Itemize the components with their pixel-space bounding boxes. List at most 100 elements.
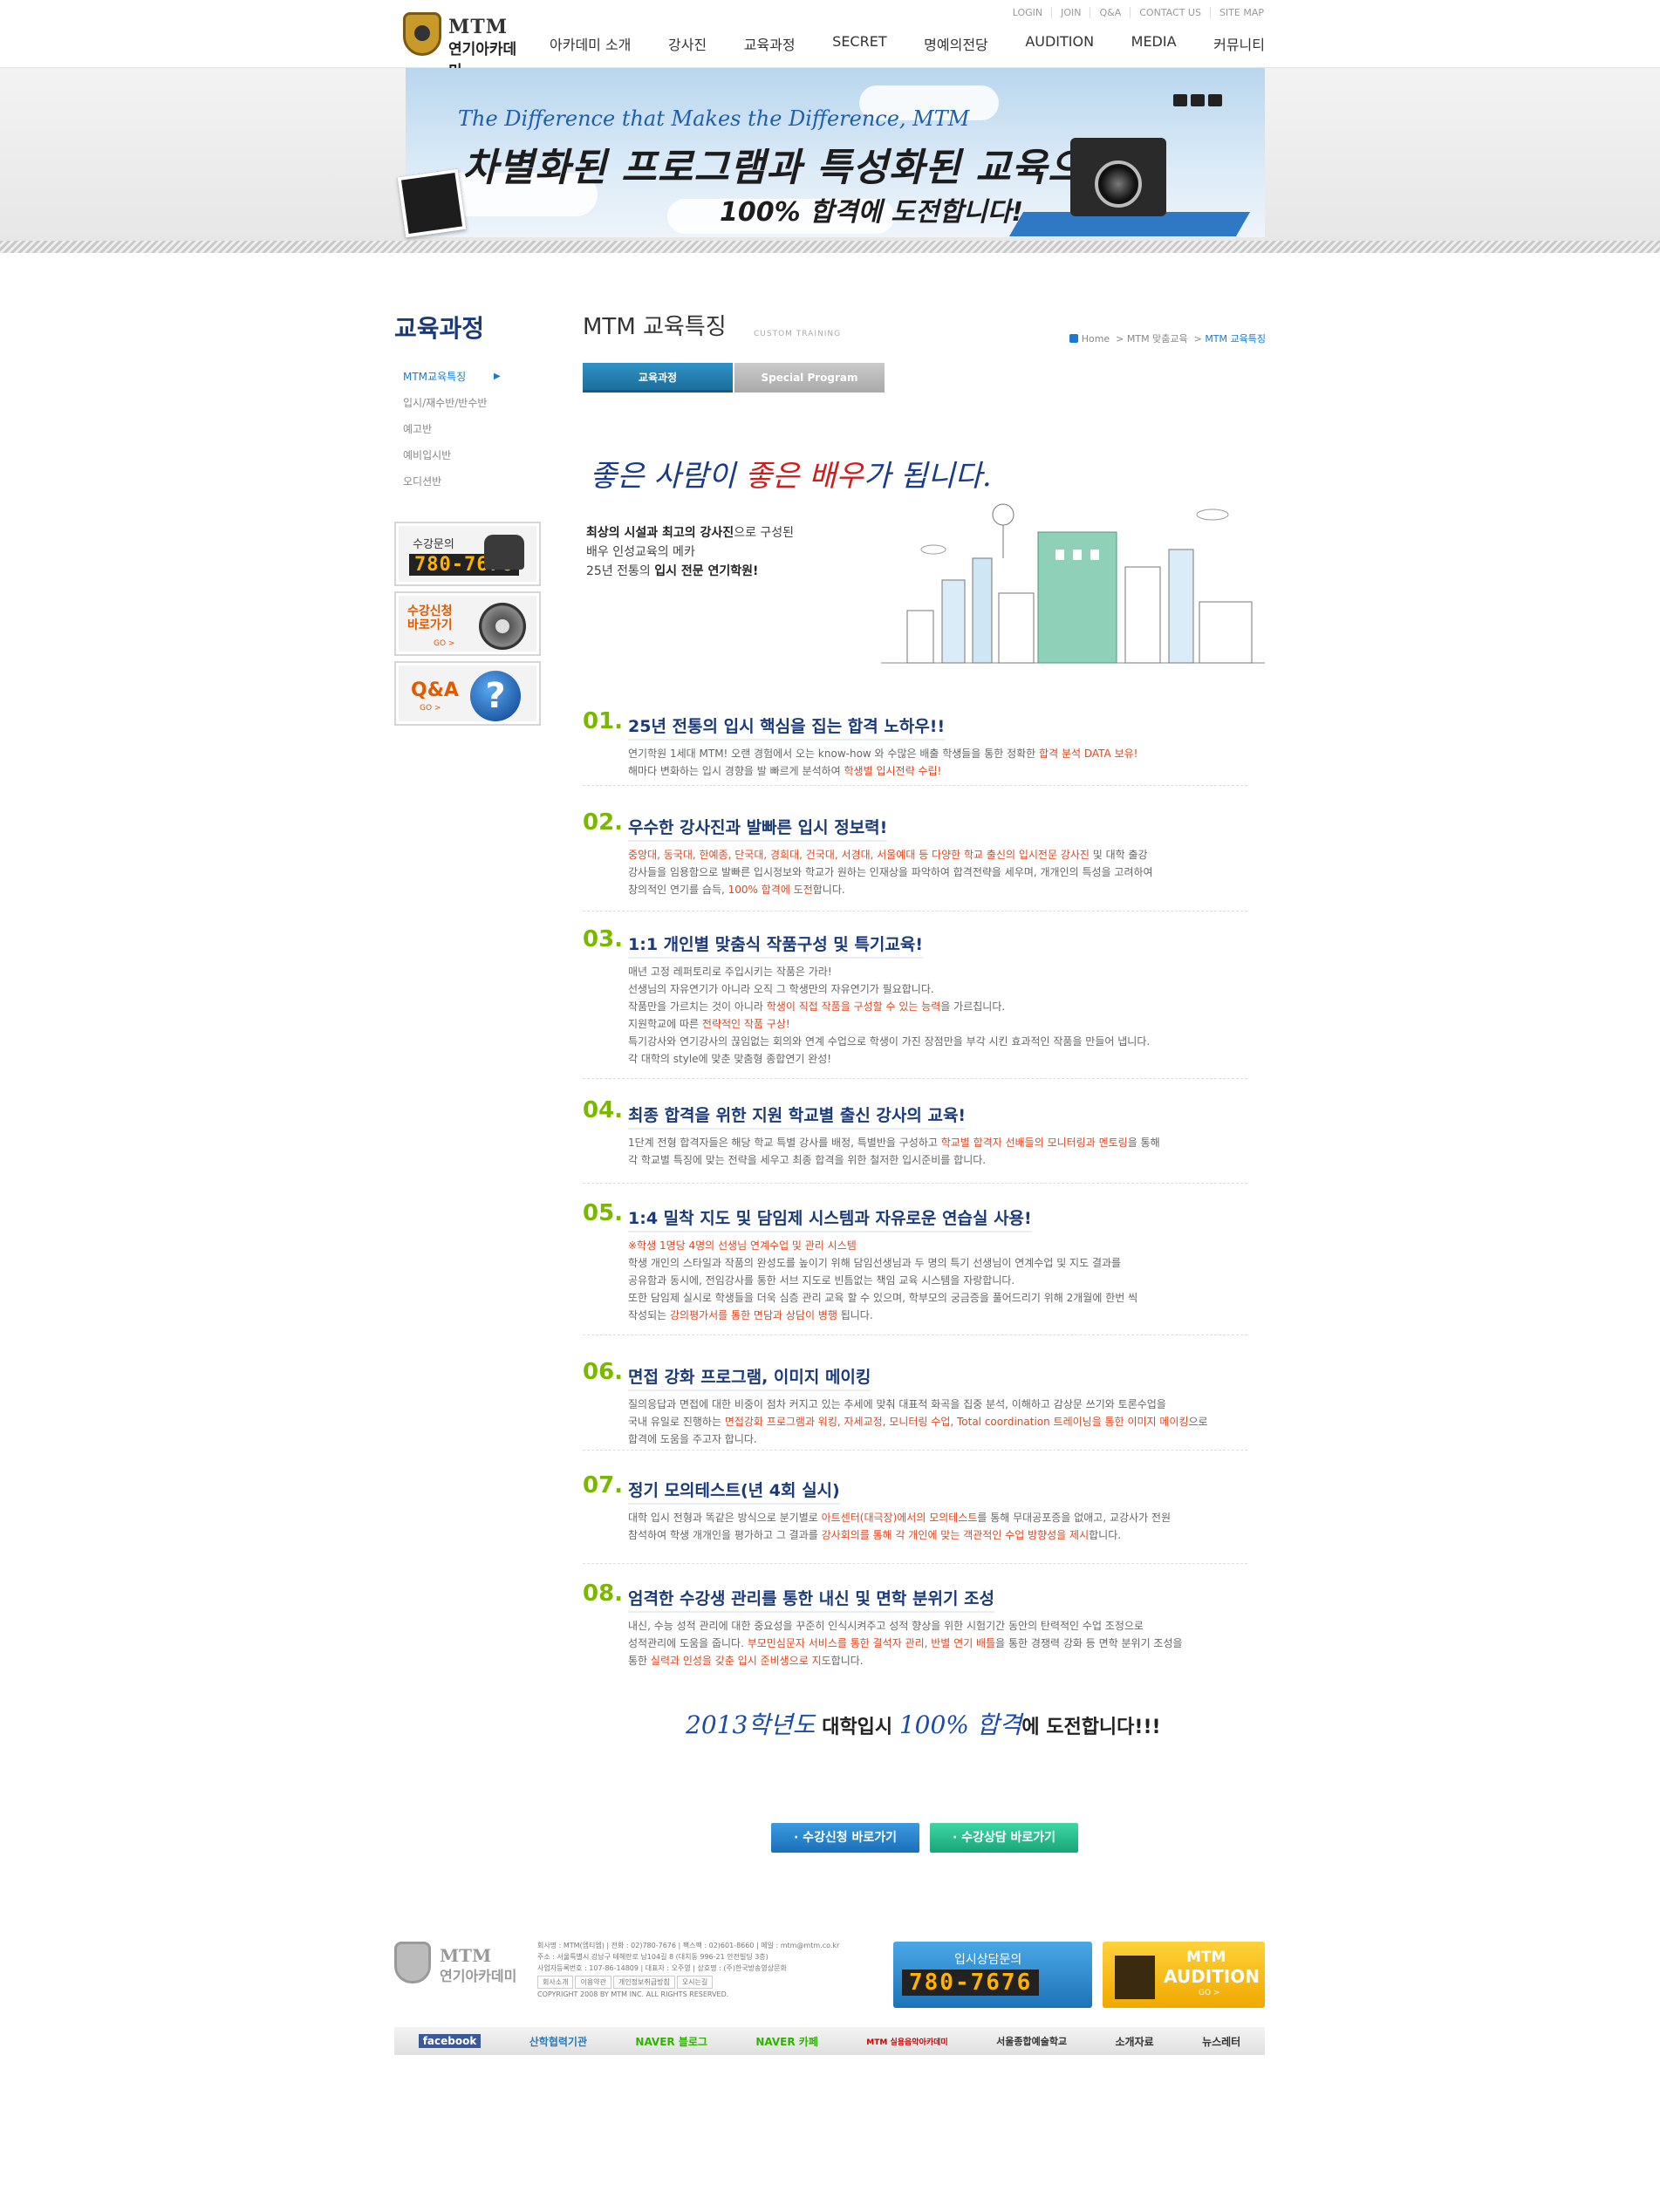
highlight-text: 아트센터(대극장)에서의 모의테스트 [821, 1512, 978, 1524]
highlight-text: 합격 분석 DATA 보유! [1039, 748, 1138, 760]
crumb-level1[interactable]: MTM 맞춤교육 [1127, 333, 1188, 345]
nav-audition[interactable]: AUDITION [1025, 33, 1094, 54]
section-line: 성적관리에 도움을 줍니다. 부모민심문자 서비스를 통한 결석자 관리, 반별… [628, 1635, 1183, 1652]
phone-box-inner: 수강문의 780-7676 [399, 526, 536, 582]
nav-academy[interactable]: 아카데미 소개 [550, 33, 631, 54]
footer-link-privacy[interactable]: 개인정보취급방침 [612, 1976, 675, 1989]
section-line: 1단계 전형 합격자들은 해당 학교 특별 강사를 배정, 특별반을 구성하고 … [628, 1134, 1160, 1151]
partner-bar: facebook 산학협력기관 NAVER 블로그 NAVER 카페 MTM 실… [394, 2027, 1265, 2055]
section-title: 정기 모의테스트(년 4회 실시) [628, 1478, 840, 1505]
sidebar-phone-box[interactable]: 수강문의 780-7676 [394, 522, 541, 586]
section-line: 작성되는 강의평가서를 통한 면담과 상담이 병행 됩니다. [628, 1307, 1137, 1324]
section-line: 각 대학의 style에 맞춘 맞춤형 종합연기 완성! [628, 1050, 1150, 1068]
nav-teachers[interactable]: 강사진 [668, 33, 707, 54]
banner-panel: The Difference that Makes the Difference… [406, 68, 1265, 237]
register-box-inner: 수강신청 바로가기 GO > [399, 596, 536, 652]
sidebar-item-features[interactable]: MTM교육특징 [403, 368, 487, 394]
partner-seoul-arts[interactable]: 서울종합예술학교 [996, 2034, 1067, 2048]
intro-bold: 최상의 시설과 최고의 강사진 [586, 526, 734, 540]
tab-special-program[interactable]: Special Program [734, 363, 885, 393]
register-button[interactable]: · 수강신청 바로가기 [771, 1823, 919, 1853]
section-line: 연기학원 1세대 MTM! 오랜 경험에서 오는 know-how 와 수많은 … [628, 745, 1137, 762]
util-contact[interactable]: CONTACT US [1131, 7, 1211, 18]
section-number: 04. [583, 1097, 624, 1123]
intro-text: 최상의 시설과 최고의 강사진으로 구성된 배우 인성교육의 메카 25년 전통… [586, 523, 794, 581]
section-body: 연기학원 1세대 MTM! 오랜 경험에서 오는 know-how 와 수많은 … [628, 745, 1137, 780]
main-nav: 아카데미 소개 강사진 교육과정 SECRET 명예의전당 AUDITION M… [550, 33, 1265, 54]
section-line: ※학생 1명당 4명의 선생님 연계수업 및 관리 시스템 [628, 1237, 1137, 1254]
footer-logo-en: MTM [440, 1945, 492, 1966]
util-qna[interactable]: Q&A [1090, 7, 1131, 18]
sidebar-item-audition[interactable]: 오디션반 [403, 473, 487, 499]
section-line: 학생 개인의 스타일과 작품의 완성도를 높이기 위해 담임선생님과 두 명의 … [628, 1254, 1137, 1272]
nav-community[interactable]: 커뮤니티 [1213, 33, 1265, 54]
body-text: 특기강사와 연기강사의 끊임없는 회의와 연계 수업으로 학생이 가진 장점만을… [628, 1035, 1151, 1048]
footer-audition-box[interactable]: MTM AUDITION GO > [1103, 1942, 1265, 2008]
closing-text: 대학입시 [815, 1717, 899, 1738]
partner-naver-blog[interactable]: NAVER 블로그 [635, 2034, 707, 2049]
footer-info-line: 주소 : 서울특별시 강남구 테헤란로 남104길 8 (대치동 996-21 … [537, 1953, 769, 1961]
logo[interactable]: MTM 연기아카데미 [403, 12, 525, 80]
sidebar-item-pre-entrance[interactable]: 예비입시반 [403, 447, 487, 473]
footer-link-directions[interactable]: 오시는길 [676, 1976, 714, 1989]
audition-label-mtm: MTM [1186, 1949, 1226, 1966]
sidebar-item-arts-high[interactable]: 예고반 [403, 420, 487, 447]
sidebar-item-entrance[interactable]: 입시/재수반/반수반 [403, 394, 487, 420]
partner-brochure[interactable]: 소개자료 [1115, 2034, 1153, 2049]
telephone-icon [484, 535, 524, 570]
body-text: 됩니다. [837, 1309, 873, 1321]
dashed-rule [583, 1450, 1247, 1451]
partner-industry[interactable]: 산학협력기관 [529, 2034, 587, 2049]
body-text: 작성되는 [628, 1309, 670, 1321]
highlight-text: 학생이 직접 작품을 구성할 수 있는 능력 [766, 1000, 941, 1013]
body-text: 매년 고정 레퍼토리로 주입시키는 작품은 가라! [628, 966, 832, 978]
section-line: 매년 고정 레퍼토리로 주입시키는 작품은 가라! [628, 963, 1150, 980]
partner-mtm-music[interactable]: MTM 실용음악아카데미 [866, 2036, 947, 2047]
body-text: 합격에 도움을 주고자 합니다. [628, 1433, 757, 1445]
section-line: 질의응답과 면접에 대한 비중이 점차 커지고 있는 추세에 맞춰 대표적 화곡… [628, 1396, 1208, 1413]
body-text: 창의적인 연기를 습득, [628, 884, 728, 896]
section-title: 25년 전통의 입시 핵심을 집는 합격 노하우!! [628, 713, 945, 741]
footer-link-terms[interactable]: 이용약관 [575, 1976, 611, 1989]
section-body: 내신, 수능 성적 관리에 대한 중요성을 꾸준히 인식시켜주고 성적 향상을 … [628, 1617, 1183, 1669]
footer-phone-box[interactable]: 입시상담문의 780-7676 [893, 1942, 1092, 2008]
crumb-home[interactable]: Home [1082, 333, 1110, 345]
nav-media[interactable]: MEDIA [1131, 33, 1177, 54]
sidebar-qna-box[interactable]: Q&A GO > ? [394, 661, 541, 726]
section-title: 1:4 밀착 지도 및 담임제 시스템과 자유로운 연습실 사용! [628, 1205, 1032, 1232]
city-illustration [881, 503, 1265, 664]
section-body: ※학생 1명당 4명의 선생님 연계수업 및 관리 시스템 학생 개인의 스타일과… [628, 1237, 1137, 1324]
sidebar-register-box[interactable]: 수강신청 바로가기 GO > [394, 591, 541, 656]
partner-newsletter[interactable]: 뉴스레터 [1202, 2034, 1240, 2049]
footer-link-about[interactable]: 회사소개 [537, 1976, 574, 1989]
footer-logo: MTM 연기아카데미 [394, 1942, 534, 1989]
tab-curriculum[interactable]: 교육과정 [583, 363, 733, 393]
camera-lens [1095, 160, 1142, 208]
section-title: 엄격한 수강생 관리를 통한 내신 및 면학 분위기 조성 [628, 1586, 994, 1613]
highlight-text: 강사회의를 통해 각 개인에 맞는 객관적인 수업 방향성을 제시 [821, 1529, 1090, 1541]
sidebar-menu: MTM교육특징 ▶ 입시/재수반/반수반 예고반 예비입시반 오디션반 [403, 368, 501, 499]
footer-logo-ko: 연기아카데미 [440, 1968, 517, 1984]
slogan: 좋은 사람이 좋은 배우가 됩니다. [590, 452, 992, 495]
section-number: 03. [583, 926, 624, 952]
nav-secret[interactable]: SECRET [832, 33, 886, 54]
partner-facebook[interactable]: facebook [418, 2034, 482, 2048]
closing-pass: 100% 합격 [898, 1710, 1022, 1739]
body-text: 각 학교별 특징에 맞는 전략을 세우고 최종 합격을 위한 철저한 입시준비를… [628, 1154, 987, 1166]
nav-curriculum[interactable]: 교육과정 [744, 33, 796, 54]
section-line: 참석하여 학생 개개인을 평가하고 그 결과를 강사회의를 통해 각 개인에 맞… [628, 1526, 1171, 1544]
logo-en: MTM [448, 16, 509, 38]
footer-links: 회사소개 이용약관 개인정보취급방침 오시는길 [537, 1976, 839, 1989]
section-line: 강사들을 임용함으로 발빠른 입시정보와 학교가 원하는 인재상을 파악하여 합… [628, 864, 1153, 881]
intro-text-part: 으로 구성된 [734, 526, 795, 540]
util-login[interactable]: LOGIN [1003, 7, 1053, 18]
body-text: 질의응답과 면접에 대한 비중이 점차 커지고 있는 추세에 맞춰 대표적 화곡… [628, 1398, 1166, 1410]
partner-naver-cafe[interactable]: NAVER 카페 [755, 2034, 818, 2049]
util-sitemap[interactable]: SITE MAP [1211, 7, 1264, 18]
util-join[interactable]: JOIN [1052, 7, 1091, 18]
nav-hall-of-fame[interactable]: 명예의전당 [924, 33, 988, 54]
arrow-right-icon: ▶ [494, 372, 501, 381]
closing-statement: 2013학년도 대학입시 100% 합격에 도전합니다!!! [686, 1706, 1161, 1741]
body-text: 작품만을 가르치는 것이 아니라 [628, 1000, 767, 1013]
consult-button[interactable]: · 수강상담 바로가기 [930, 1823, 1078, 1853]
